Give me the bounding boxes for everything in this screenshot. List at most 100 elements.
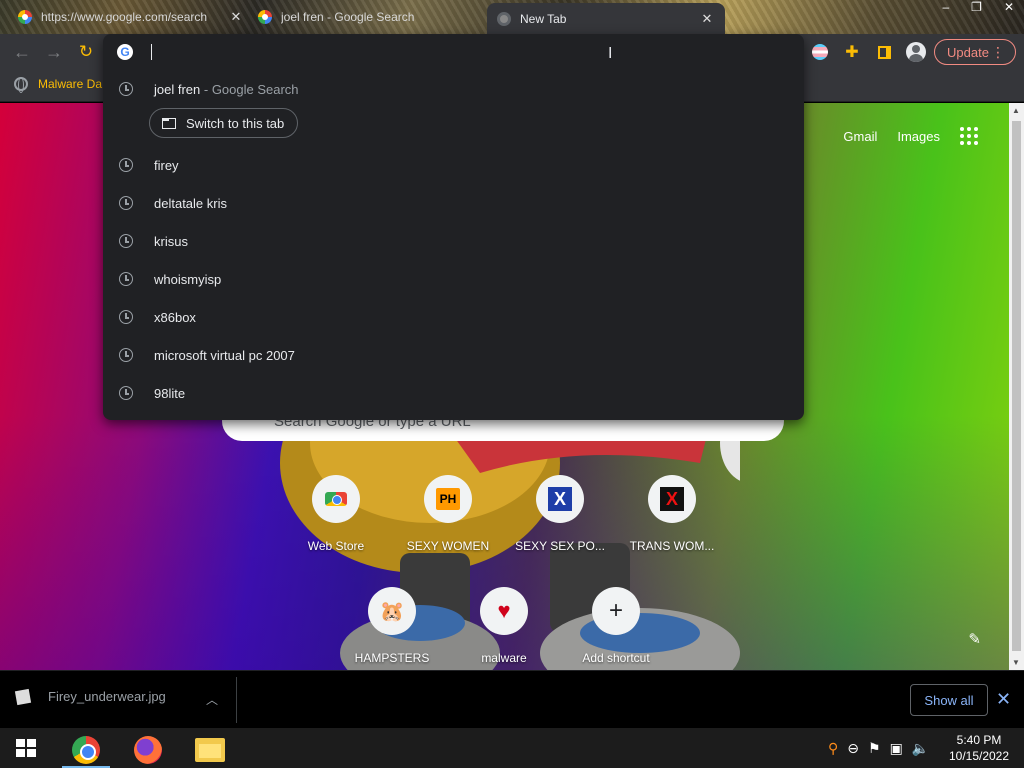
tab-joel-fren[interactable]: joel fren - Google Search xyxy=(258,4,478,30)
forward-button[interactable]: → xyxy=(42,40,66,64)
shortcut-label: Add shortcut xyxy=(582,651,650,665)
window-controls: – ❐ ✕ xyxy=(942,0,1014,14)
shortcut-label: TRANS WOM... xyxy=(629,539,715,553)
history-icon xyxy=(119,272,133,286)
shortcut-sexy-sex-po[interactable]: X SEXY SEX PO... xyxy=(505,475,615,553)
shortcut-sexy-women[interactable]: PH SEXY WOMEN xyxy=(393,475,503,553)
customize-pencil-icon[interactable]: ✎ xyxy=(968,630,981,648)
images-link[interactable]: Images xyxy=(897,129,940,144)
bookmark-malware[interactable]: Malware Da xyxy=(14,77,103,93)
close-window-button[interactable]: ✕ xyxy=(1004,0,1014,14)
history-icon xyxy=(119,386,133,400)
shortcut-label: SEXY SEX PO... xyxy=(515,539,605,553)
google-icon xyxy=(18,10,32,24)
shortcut-label: HAMPSTERS xyxy=(354,651,430,665)
shortcut-web-store[interactable]: Web Store xyxy=(281,475,391,553)
scroll-down-icon[interactable]: ▼ xyxy=(1012,658,1020,667)
update-button[interactable]: Update ⋮ xyxy=(934,39,1016,65)
close-tab-icon[interactable]: ✕ xyxy=(699,11,715,27)
show-all-button[interactable]: Show all xyxy=(910,684,988,716)
suggestion-item[interactable]: 98lite xyxy=(103,374,804,412)
display-icon[interactable]: ▣ xyxy=(890,740,903,757)
volume-icon[interactable]: 🔈 xyxy=(912,740,929,757)
shortcut-malware[interactable]: ♥ malware xyxy=(449,587,559,665)
ph-icon: PH xyxy=(436,488,460,510)
divider xyxy=(236,677,237,723)
page-scrollbar[interactable]: ▲ ▼ xyxy=(1009,103,1024,670)
reload-button[interactable]: ↻ xyxy=(74,40,98,64)
suggestion-text: firey xyxy=(154,157,179,173)
profile-avatar-icon[interactable] xyxy=(906,42,926,62)
switch-tab-label: Switch to this tab xyxy=(186,115,285,131)
tab-title: joel fren - Google Search xyxy=(281,10,415,24)
history-icon xyxy=(119,234,133,248)
minimize-button[interactable]: – xyxy=(942,0,949,14)
download-shelf: Firey_underwear.jpg ︿ Show all ✕ xyxy=(0,670,1024,728)
windows-taskbar: ⚲ ⊖ ⚑ ▣ 🔈 5:40 PM 10/15/2022 xyxy=(0,728,1024,768)
close-icon[interactable]: ✕ xyxy=(996,689,1011,710)
download-file-name: Firey_underwear.jpg xyxy=(48,689,166,704)
scroll-up-icon[interactable]: ▲ xyxy=(1012,106,1020,115)
tab-icon xyxy=(162,117,176,129)
google-apps-icon[interactable] xyxy=(960,127,978,145)
search-tray-icon[interactable]: ⚲ xyxy=(828,740,838,757)
suggestion-item[interactable]: joel fren - Google Search xyxy=(103,70,804,108)
mouse-ibeam-cursor-icon: I xyxy=(608,45,613,62)
notification-flag-icon[interactable]: ⚑ xyxy=(868,740,881,757)
shortcut-trans-wom[interactable]: X TRANS WOM... xyxy=(617,475,727,553)
firefox-icon[interactable] xyxy=(124,732,172,768)
suggestion-item[interactable]: microsoft virtual pc 2007 xyxy=(103,336,804,374)
top-links: Gmail Images xyxy=(843,127,978,145)
address-bar[interactable]: G I xyxy=(103,34,804,70)
chevron-up-icon[interactable]: ︿ xyxy=(206,691,218,708)
clock-date: 10/15/2022 xyxy=(948,749,1010,763)
gmail-link[interactable]: Gmail xyxy=(843,129,877,144)
clock-time: 5:40 PM xyxy=(956,733,1002,747)
side-panel-icon[interactable] xyxy=(874,42,894,62)
image-file-icon xyxy=(14,688,32,705)
suggestion-desc: - Google Search xyxy=(203,81,299,97)
x-red-icon: X xyxy=(660,487,684,511)
menu-dots-icon[interactable]: ⋮ xyxy=(991,43,1005,61)
extensions-puzzle-icon[interactable]: ✚ xyxy=(842,42,862,62)
suggestion-item[interactable]: x86box xyxy=(103,298,804,336)
suggestion-text: x86box xyxy=(154,309,196,325)
tab-new-tab[interactable]: New Tab ✕ xyxy=(487,3,725,34)
chrome-icon[interactable] xyxy=(62,732,110,768)
history-icon xyxy=(119,310,133,324)
shortcut-label: Web Store xyxy=(307,539,365,553)
google-icon: G xyxy=(117,44,133,60)
suggestion-text: krisus xyxy=(154,233,188,249)
suggestion-item[interactable]: deltatale kris xyxy=(103,184,804,222)
omnibox-dropdown: G I joel fren - Google Search Switch to … xyxy=(103,34,804,420)
text-caret xyxy=(151,44,152,60)
system-clock[interactable]: 5:40 PM 10/15/2022 xyxy=(944,732,1014,764)
close-tab-icon[interactable]: ✕ xyxy=(228,9,244,25)
globe-icon xyxy=(14,77,28,93)
scrollbar-thumb[interactable] xyxy=(1012,121,1021,651)
google-icon xyxy=(258,10,272,24)
back-button[interactable]: ← xyxy=(10,40,34,64)
suggestion-item[interactable]: firey xyxy=(103,146,804,184)
bookmark-label: Malware Da xyxy=(38,77,103,91)
heart-icon: ♥ xyxy=(497,598,511,623)
plus-icon: + xyxy=(608,597,623,624)
windows-start-icon[interactable] xyxy=(16,739,36,757)
web-store-icon xyxy=(325,492,347,506)
tab-google-search-url[interactable]: https://www.google.com/search ✕ xyxy=(18,4,244,30)
history-icon xyxy=(119,348,133,362)
trans-flag-extension-icon[interactable] xyxy=(810,42,830,62)
history-icon xyxy=(119,196,133,210)
suggestion-item[interactable]: krisus xyxy=(103,222,804,260)
suggestion-item[interactable]: whoismyisp xyxy=(103,260,804,298)
maximize-button[interactable]: ❐ xyxy=(971,0,982,14)
title-bar: https://www.google.com/search ✕ joel fre… xyxy=(0,0,1024,34)
download-item[interactable]: Firey_underwear.jpg xyxy=(14,688,236,705)
switch-to-tab-button[interactable]: Switch to this tab xyxy=(149,108,299,138)
suggestion-text: microsoft virtual pc 2007 xyxy=(154,347,295,363)
network-disconnected-icon[interactable]: ⊖ xyxy=(847,740,859,757)
shortcut-hampsters[interactable]: 🐹 HAMPSTERS xyxy=(337,587,447,665)
shortcut-add[interactable]: + Add shortcut xyxy=(561,587,671,665)
file-explorer-icon[interactable] xyxy=(186,732,234,768)
suggestion-text: deltatale kris xyxy=(154,195,227,211)
